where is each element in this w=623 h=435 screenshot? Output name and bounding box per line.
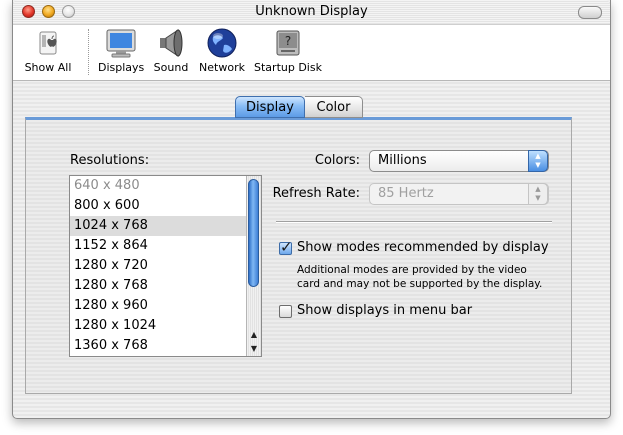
scroll-down-arrow-icon[interactable]: ▼ — [247, 342, 261, 356]
toolbar: Show All Displays Sound Network ? Startu… — [13, 25, 610, 81]
show-recommended-checkbox[interactable] — [279, 238, 293, 256]
help-text-line-2: card and may not be supported by the dis… — [297, 278, 543, 290]
vertical-scrollbar[interactable]: ▲ ▼ — [246, 176, 261, 356]
list-item-selected[interactable]: 1024 x 768 — [70, 216, 261, 236]
displays-icon — [104, 27, 138, 59]
tab-display[interactable]: Display — [235, 96, 305, 118]
toolbar-label-sound: Sound — [153, 61, 189, 74]
show-menu-bar-checkbox[interactable] — [279, 305, 292, 318]
scrollbar-thumb[interactable] — [248, 179, 259, 287]
separator — [276, 221, 552, 223]
window-title: Unknown Display — [255, 4, 368, 19]
toolbar-label-displays: Displays — [98, 61, 145, 74]
colors-label: Colors: — [314, 153, 360, 168]
list-item[interactable]: 800 x 600 — [70, 196, 261, 216]
svg-text:?: ? — [285, 34, 291, 48]
list-item[interactable]: 1280 x 768 — [70, 276, 261, 296]
list-item[interactable]: 640 x 480 — [70, 176, 261, 196]
sound-icon — [154, 27, 188, 59]
list-item[interactable]: 1280 x 720 — [70, 256, 261, 276]
list-item[interactable]: 1360 x 768 — [70, 336, 261, 356]
toolbar-displays[interactable]: Displays — [98, 27, 144, 74]
help-text-line-1: Additional modes are provided by the vid… — [297, 264, 527, 276]
resolutions-label: Resolutions: — [70, 153, 150, 168]
toolbar-startup-disk[interactable]: ? Startup Disk — [253, 27, 323, 74]
toolbar-sound[interactable]: Sound — [152, 27, 190, 74]
colors-value: Millions — [378, 153, 427, 168]
list-item[interactable]: 1280 x 1024 — [70, 316, 261, 336]
title-bar[interactable]: Unknown Display — [13, 0, 610, 25]
toolbar-toggle-button[interactable] — [578, 6, 602, 19]
popup-arrows-icon: ▲ ▼ — [528, 183, 548, 205]
help-text: Additional modes are provided by the vid… — [297, 263, 557, 291]
refresh-rate-popup: 85 Hertz ▲ ▼ — [369, 183, 549, 205]
list-item[interactable]: 1152 x 864 — [70, 236, 261, 256]
refresh-rate-label: Refresh Rate: — [272, 186, 360, 201]
network-globe-icon — [205, 27, 239, 59]
popup-arrows-icon: ▲ ▼ — [528, 150, 548, 172]
toolbar-network[interactable]: Network — [199, 27, 245, 74]
show-all-icon — [31, 27, 65, 59]
toolbar-label-startup-disk: Startup Disk — [254, 61, 322, 74]
show-menu-bar-label[interactable]: Show displays in menu bar — [297, 303, 472, 318]
toolbar-separator — [88, 29, 89, 75]
toolbar-label-show-all: Show All — [24, 61, 72, 74]
colors-popup[interactable]: Millions ▲ ▼ — [369, 150, 549, 172]
show-recommended-label[interactable]: Show modes recommended by display — [297, 240, 549, 255]
resolutions-list[interactable]: 640 x 480 800 x 600 1024 x 768 1152 x 86… — [69, 175, 262, 357]
scroll-up-arrow-icon[interactable]: ▲ — [247, 328, 261, 342]
startup-disk-icon: ? — [271, 27, 305, 59]
tab-color[interactable]: Color — [305, 96, 363, 118]
toolbar-show-all[interactable]: Show All — [21, 27, 75, 74]
refresh-rate-value: 85 Hertz — [378, 186, 434, 201]
toolbar-label-network: Network — [199, 61, 245, 74]
list-item[interactable]: 1280 x 960 — [70, 296, 261, 316]
